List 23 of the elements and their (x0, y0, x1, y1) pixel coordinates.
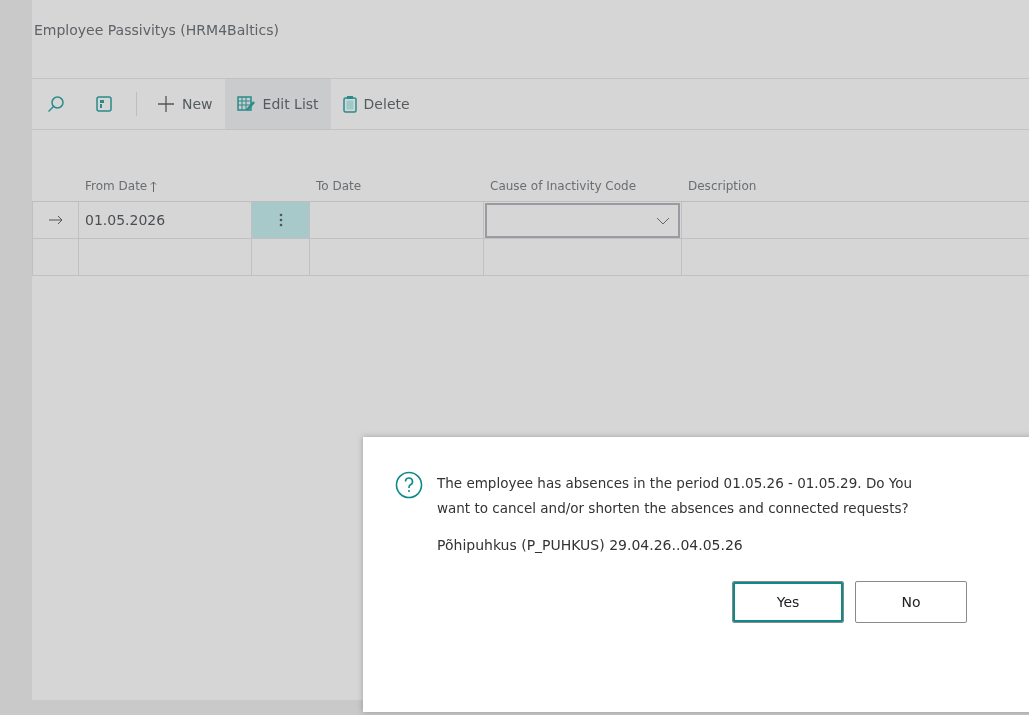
chevron-down-icon (656, 216, 670, 225)
edit-button[interactable]: Edit List (224, 79, 331, 129)
delete-button[interactable]: Delete (330, 79, 422, 129)
layout-icon (95, 95, 113, 113)
clipboard-icon (342, 95, 357, 113)
dialog-message: The employee has absences in the period 01.05.26 - 01.05.29. Do You want to cancel and/or shorten the absences and connected requests? (437, 474, 914, 518)
column-header[interactable]: To Date (316, 177, 362, 195)
dialog-detail: Põhipuhkus (P_PUHKUS) 29.04.26..04.05.26 (437, 537, 744, 553)
sort-arrow-icon (150, 180, 158, 192)
row-marker[interactable] (32, 202, 79, 239)
plus-icon (157, 95, 175, 113)
yes-button[interactable]: Yes (732, 581, 844, 623)
no-button[interactable]: No (855, 581, 967, 623)
new-button[interactable]: New (145, 79, 225, 129)
more-icon[interactable] (278, 213, 283, 227)
edit-table-icon (236, 96, 256, 112)
column-header[interactable]: From Date (85, 177, 158, 195)
question-icon (395, 471, 423, 499)
arrow-icon (48, 215, 63, 225)
column-header[interactable]: Cause of Inactivity Code (490, 177, 637, 195)
search-icon (47, 95, 65, 113)
page-title: Employee Passivitys (HRM4Baltics) (34, 22, 280, 40)
column-header[interactable]: Description (688, 177, 757, 195)
